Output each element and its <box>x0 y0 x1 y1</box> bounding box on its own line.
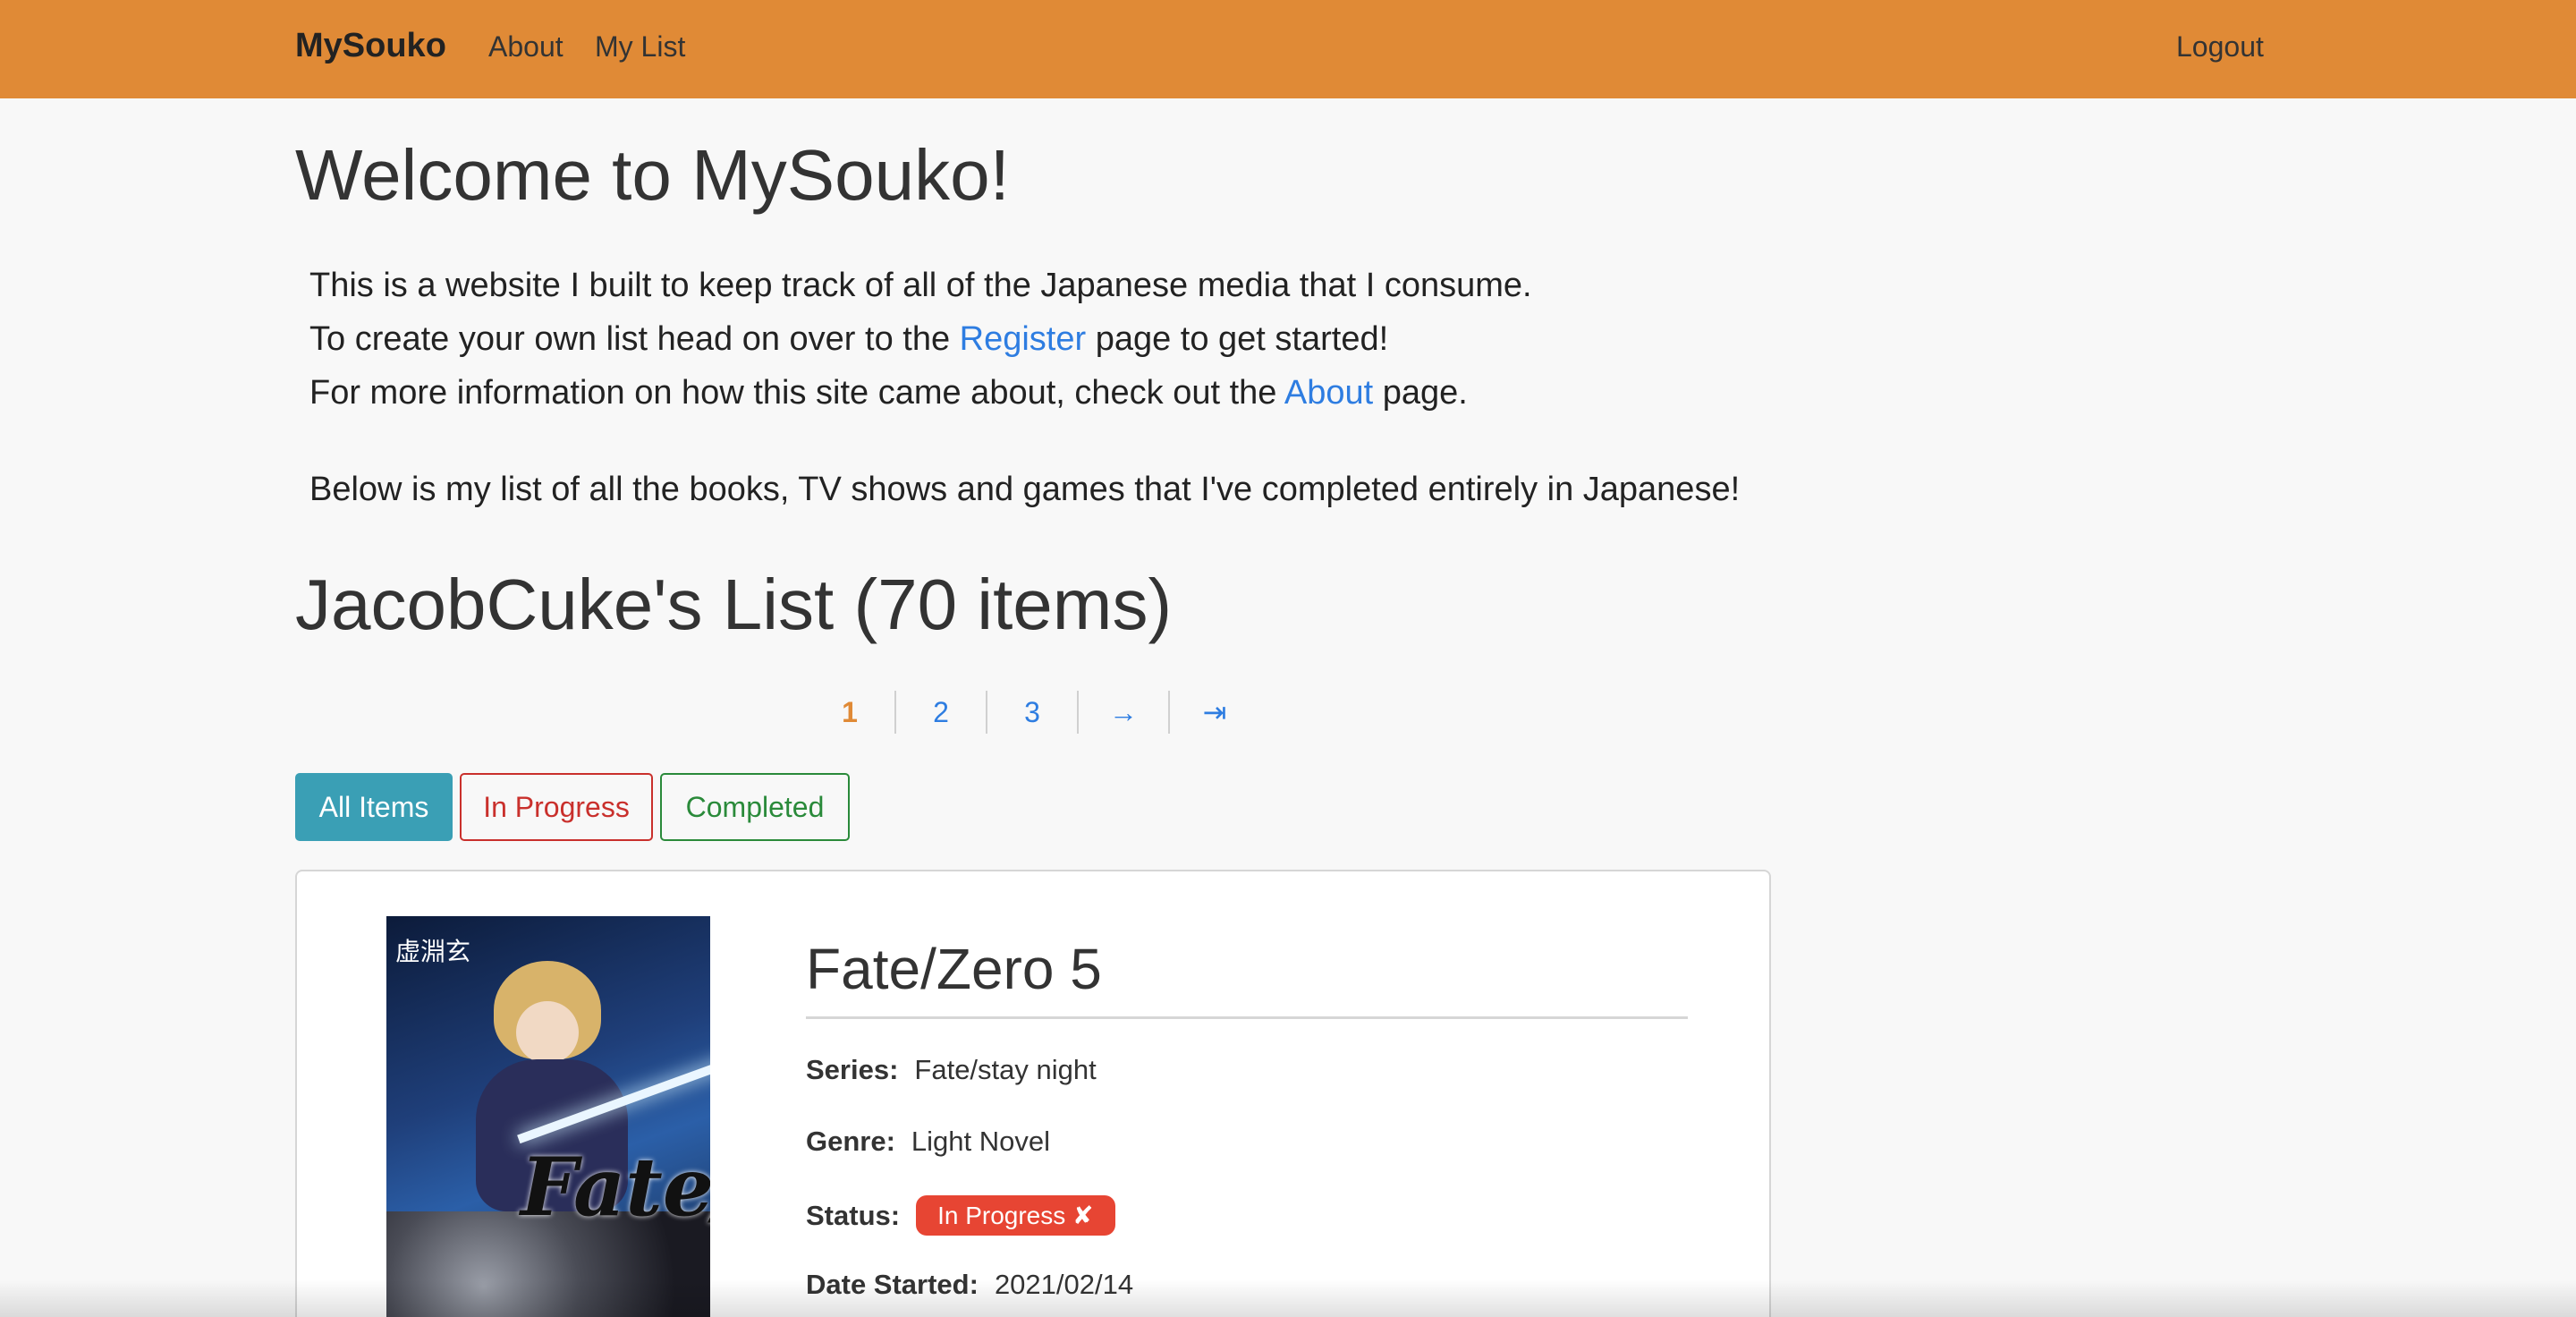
filter-completed-button[interactable]: Completed <box>660 773 850 841</box>
series-label: Series: <box>806 1054 899 1085</box>
top-navbar: MySouko About My List Logout <box>0 0 2576 98</box>
register-link[interactable]: Register <box>960 320 1087 358</box>
intro-line-2-pre: To create your own list head on over to … <box>309 320 960 358</box>
filter-in-progress-button[interactable]: In Progress <box>460 773 653 841</box>
pagination: 1 2 3 → ⇥ <box>805 687 1259 737</box>
genre-row: Genre: Light Novel <box>806 1126 1050 1158</box>
list-item-card: 虚淵玄 Fate/Zero Fate/Zero 5 Series: Fate/s… <box>295 870 1771 1317</box>
status-badge: In Progress ✘ <box>916 1195 1115 1236</box>
page-title: Welcome to MySouko! <box>295 135 1010 215</box>
genre-label: Genre: <box>806 1126 895 1157</box>
cover-illustration-face <box>516 1001 579 1064</box>
list-title: JacobCuke's List (70 items) <box>295 565 1173 644</box>
last-page-icon[interactable]: ⇥ <box>1170 687 1259 737</box>
cover-image[interactable]: 虚淵玄 Fate/Zero <box>386 916 710 1317</box>
status-row: Status: In Progress ✘ <box>806 1195 1115 1236</box>
title-divider <box>806 1016 1688 1019</box>
status-label: Status: <box>806 1199 901 1231</box>
intro-line-3-post: page. <box>1373 374 1468 412</box>
nav-my-list-link[interactable]: My List <box>595 30 685 64</box>
item-title: Fate/Zero 5 <box>806 937 1102 1001</box>
page-1-current: 1 <box>842 696 858 728</box>
scroll-shadow <box>0 1279 2576 1317</box>
next-page-icon[interactable]: → <box>1079 687 1168 737</box>
brand-link[interactable]: MySouko <box>295 27 446 65</box>
intro-line-2: To create your own list head on over to … <box>309 320 1388 359</box>
page-2-link[interactable]: 2 <box>896 687 986 737</box>
intro-line-2-post: page to get started! <box>1086 320 1389 358</box>
intro-line-3: For more information on how this site ca… <box>309 374 1468 412</box>
about-link[interactable]: About <box>1284 374 1373 412</box>
genre-value: Light Novel <box>911 1126 1051 1157</box>
nav-about-link[interactable]: About <box>488 30 564 64</box>
filter-all-items-button[interactable]: All Items <box>295 773 453 841</box>
intro-line-4: Below is my list of all the books, TV sh… <box>309 471 1741 508</box>
page-3-link[interactable]: 3 <box>987 687 1077 737</box>
logout-link[interactable]: Logout <box>2176 30 2264 64</box>
cover-author-text: 虚淵玄 <box>395 937 471 966</box>
cover-logo: Fate/Zero <box>521 1140 710 1235</box>
intro-line-3-pre: For more information on how this site ca… <box>309 374 1284 412</box>
series-row: Series: Fate/stay night <box>806 1054 1097 1086</box>
intro-line-1: This is a website I built to keep track … <box>309 267 1532 304</box>
series-value: Fate/stay night <box>914 1054 1097 1085</box>
